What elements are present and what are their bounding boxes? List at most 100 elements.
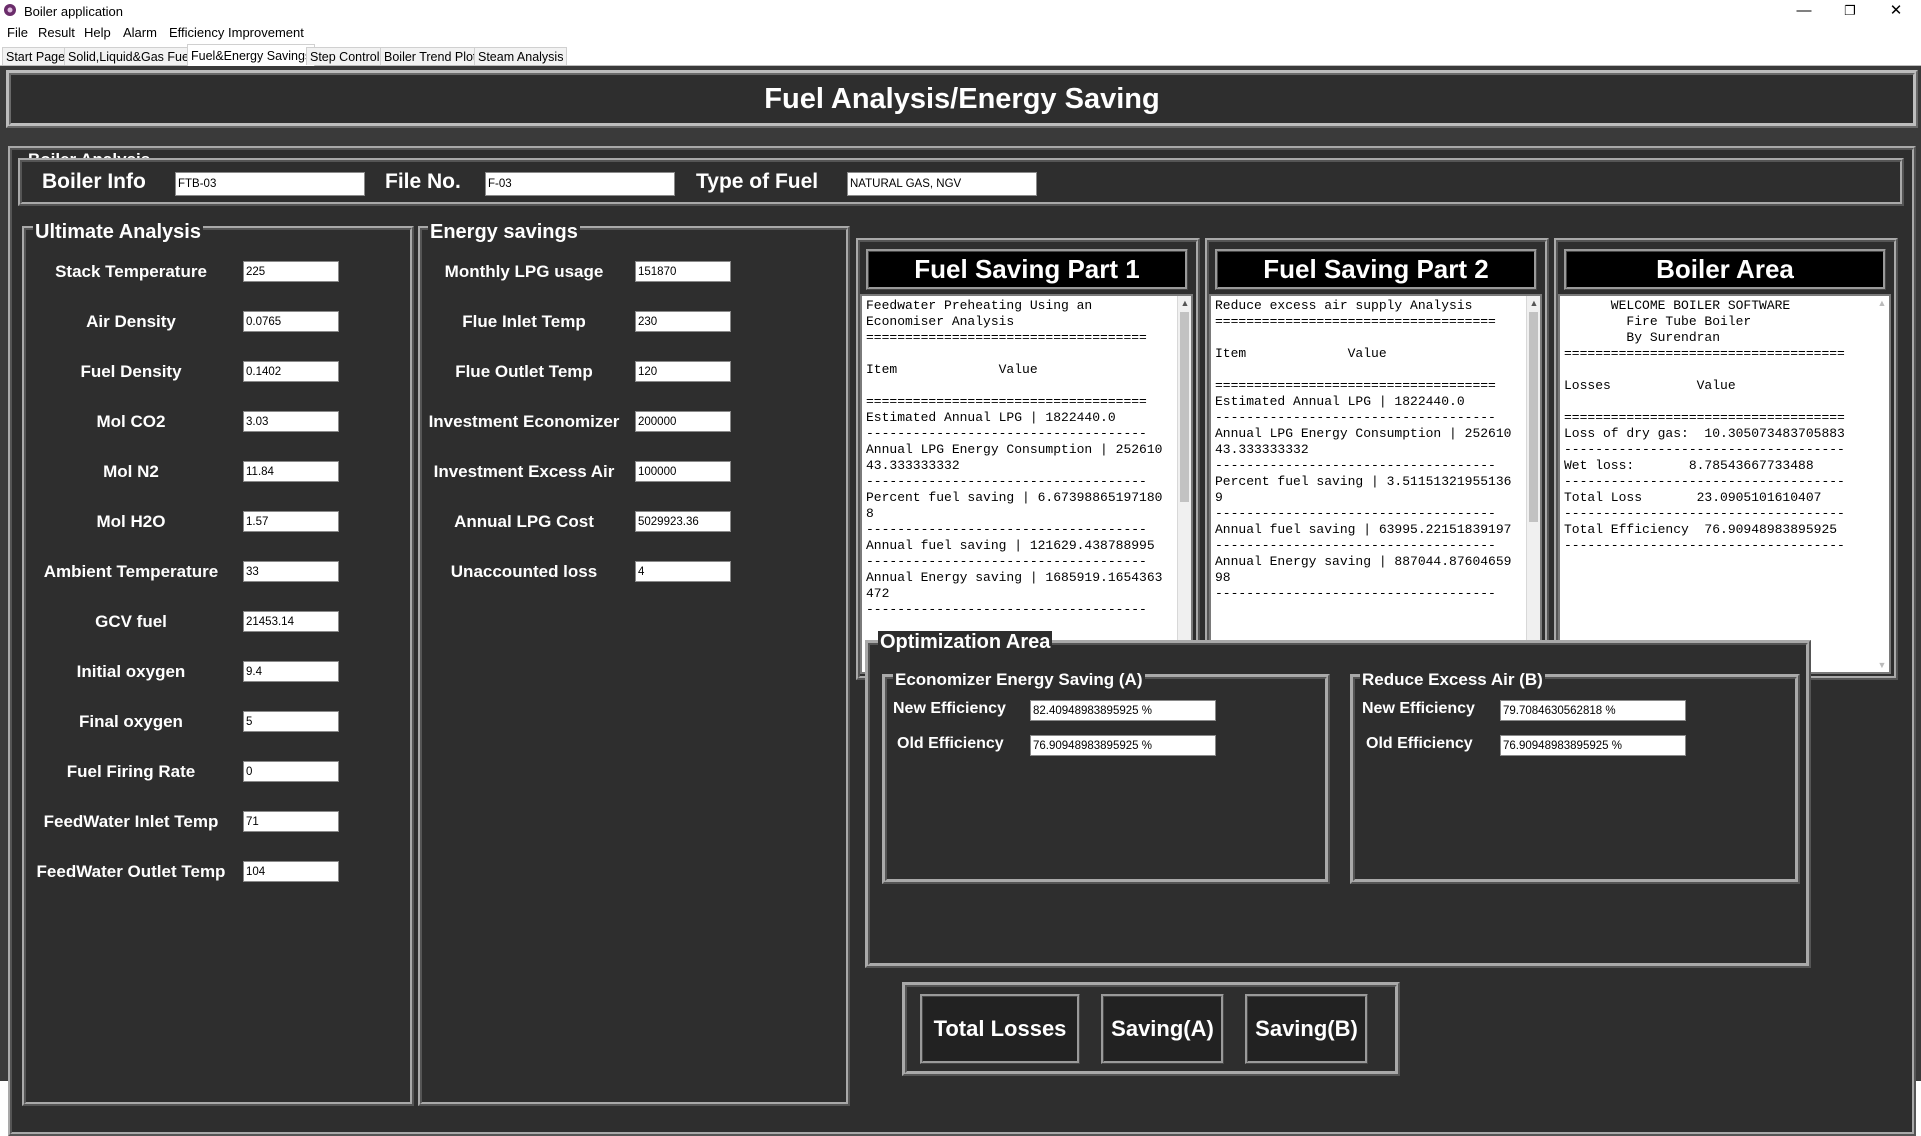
header-panel: Fuel Analysis/Energy Saving	[6, 70, 1918, 128]
total-losses-button[interactable]: Total Losses	[920, 994, 1080, 1064]
close-icon[interactable]: ✕	[1873, 0, 1919, 22]
fuel-saving-part1-textarea[interactable]: Feedwater Preheating Using an Economiser…	[860, 294, 1193, 674]
fuel-saving-part2-title: Fuel Saving Part 2	[1215, 249, 1537, 290]
page-title: Fuel Analysis/Energy Saving	[764, 83, 1160, 115]
mol-h2o-input[interactable]	[243, 511, 339, 532]
fuel-firing-rate-input[interactable]	[243, 761, 339, 782]
feedwater-inlet-temp-input[interactable]	[243, 811, 339, 832]
tab-start-page[interactable]: Start Page	[2, 47, 70, 65]
gcv-fuel-input[interactable]	[243, 611, 339, 632]
flue-inlet-temp-label: Flue Inlet Temp	[462, 312, 586, 331]
boiler-area-text: WELCOME BOILER SOFTWARE Fire Tube Boiler…	[1564, 298, 1845, 553]
main-area: Fuel Analysis/Energy Saving Boiler Analy…	[0, 66, 1921, 1136]
monthly-lpg-usage-input[interactable]	[635, 261, 731, 282]
fuel-saving-part1-scrollbar[interactable]: ▲ ▼	[1177, 296, 1191, 672]
final-oxygen-label: Final oxygen	[79, 712, 183, 731]
fuel-saving-part2-textarea[interactable]: Reduce excess air supply Analysis ======…	[1209, 294, 1542, 674]
mol-co2-input[interactable]	[243, 411, 339, 432]
economizer-old-efficiency-input[interactable]	[1030, 735, 1216, 756]
unaccounted-loss-label: Unaccounted loss	[450, 562, 598, 581]
optimization-area-title: Optimization Area	[878, 631, 1053, 654]
ultimate-analysis-title: Ultimate Analysis	[33, 221, 203, 244]
investment-excess-air-label: Investment Excess Air	[433, 462, 615, 481]
feedwater-outlet-temp-label: FeedWater Outlet Temp	[36, 862, 226, 881]
final-oxygen-input[interactable]	[243, 711, 339, 732]
maximize-icon[interactable]: ❐	[1827, 0, 1873, 22]
saving-b-button[interactable]: Saving(B)	[1245, 994, 1368, 1064]
annual-lpg-cost-label: Annual LPG Cost	[454, 512, 594, 531]
air-density-label: Air Density	[86, 312, 176, 331]
economizer-new-efficiency-label: New Efficiency	[893, 700, 1006, 717]
annual-lpg-cost-input[interactable]	[635, 511, 731, 532]
unaccounted-loss-input[interactable]	[635, 561, 731, 582]
tab-solid-liquid-gas-fuel[interactable]: Solid,Liquid&Gas Fuel	[64, 47, 196, 65]
feedwater-inlet-temp-label: FeedWater Inlet Temp	[43, 812, 219, 831]
stack-temperature-input[interactable]	[243, 261, 339, 282]
reduce-excess-air-title: Reduce Excess Air (B)	[1360, 670, 1545, 690]
tab-boiler-trend-plot[interactable]: Boiler Trend Plot	[380, 47, 481, 65]
fuel-type-input[interactable]	[847, 172, 1037, 196]
ambient-temperature-input[interactable]	[243, 561, 339, 582]
menu-efficiency-improvement[interactable]: Efficiency Improvement	[169, 25, 304, 40]
excess-air-new-efficiency-label: New Efficiency	[1362, 700, 1475, 717]
flue-outlet-temp-input[interactable]	[635, 361, 731, 382]
fuel-saving-part2-text: Reduce excess air supply Analysis ======…	[1215, 298, 1512, 601]
menu-help[interactable]: Help	[84, 25, 111, 40]
energy-savings-title: Energy savings	[428, 221, 580, 244]
menu-file[interactable]: File	[7, 25, 28, 40]
boiler-area-textarea[interactable]: WELCOME BOILER SOFTWARE Fire Tube Boiler…	[1558, 294, 1891, 674]
title-bar: Boiler application — ❐ ✕	[0, 0, 1921, 22]
investment-excess-air-input[interactable]	[635, 461, 731, 482]
boiler-info-input[interactable]	[175, 172, 365, 196]
economizer-old-efficiency-label: Old Efficiency	[897, 735, 1004, 752]
fuel-saving-part1-text: Feedwater Preheating Using an Economiser…	[866, 298, 1163, 617]
tab-step-control[interactable]: Step Control	[306, 47, 384, 65]
air-density-input[interactable]	[243, 311, 339, 332]
minimize-icon[interactable]: —	[1781, 0, 1827, 22]
tab-fuel-energy-savings[interactable]: Fuel&Energy Savings	[187, 44, 316, 66]
saving-a-button[interactable]: Saving(A)	[1101, 994, 1224, 1064]
initial-oxygen-input[interactable]	[243, 661, 339, 682]
fuel-density-input[interactable]	[243, 361, 339, 382]
economizer-saving-title: Economizer Energy Saving (A)	[893, 670, 1145, 690]
excess-air-new-efficiency-input[interactable]	[1500, 700, 1686, 721]
ambient-temperature-label: Ambient Temperature	[43, 562, 219, 581]
file-no-label: File No.	[385, 170, 461, 193]
boiler-info-label: Boiler Info	[42, 170, 146, 193]
tab-steam-analysis[interactable]: Steam Analysis	[474, 47, 568, 65]
feedwater-outlet-temp-input[interactable]	[243, 861, 339, 882]
scroll-up-icon[interactable]: ▲	[1875, 296, 1889, 310]
economizer-new-efficiency-input[interactable]	[1030, 700, 1216, 721]
file-no-input[interactable]	[485, 172, 675, 196]
flue-inlet-temp-input[interactable]	[635, 311, 731, 332]
mol-co2-label: Mol CO2	[96, 412, 166, 431]
boiler-info-row: Boiler Info File No. Type of Fuel	[18, 158, 1904, 206]
mol-n2-label: Mol N2	[103, 462, 159, 481]
fuel-firing-rate-label: Fuel Firing Rate	[66, 762, 196, 781]
monthly-lpg-usage-label: Monthly LPG usage	[444, 262, 604, 281]
scroll-up-icon[interactable]: ▲	[1178, 296, 1191, 310]
menu-result[interactable]: Result	[38, 25, 75, 40]
scroll-up-icon[interactable]: ▲	[1527, 296, 1540, 310]
scroll-down-icon[interactable]: ▼	[1875, 658, 1889, 672]
investment-economizer-input[interactable]	[635, 411, 731, 432]
fuel-density-label: Fuel Density	[80, 362, 182, 381]
boiler-area-scrollbar[interactable]: ▲ ▼	[1875, 296, 1889, 672]
stack-temperature-label: Stack Temperature	[55, 262, 207, 281]
fuel-saving-part1-title: Fuel Saving Part 1	[866, 249, 1188, 290]
tab-strip: Start Page Solid,Liquid&Gas Fuel Fuel&En…	[0, 44, 1921, 66]
fuel-type-label: Type of Fuel	[696, 170, 819, 193]
scroll-thumb[interactable]	[1180, 312, 1189, 502]
investment-economizer-label: Investment Economizer	[428, 412, 620, 431]
excess-air-old-efficiency-label: Old Efficiency	[1366, 735, 1473, 752]
excess-air-old-efficiency-input[interactable]	[1500, 735, 1686, 756]
mol-h2o-label: Mol H2O	[96, 512, 166, 531]
fuel-saving-part2-scrollbar[interactable]: ▲ ▼	[1526, 296, 1540, 672]
gcv-fuel-label: GCV fuel	[95, 612, 167, 631]
energy-savings-panel	[418, 226, 850, 1106]
mol-n2-input[interactable]	[243, 461, 339, 482]
window-title: Boiler application	[24, 4, 124, 19]
scroll-thumb[interactable]	[1529, 312, 1538, 522]
menu-alarm[interactable]: Alarm	[123, 25, 157, 40]
boiler-area-title: Boiler Area	[1564, 249, 1886, 290]
